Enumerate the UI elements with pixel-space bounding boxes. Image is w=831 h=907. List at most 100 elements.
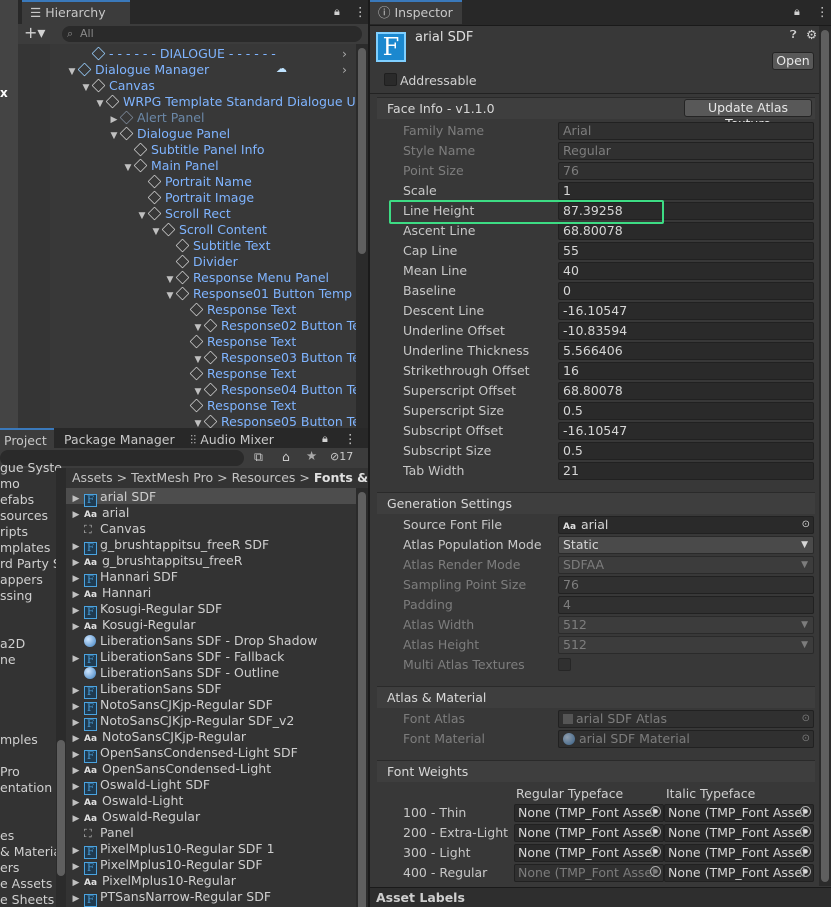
face-info-field[interactable]: 68.80078: [558, 222, 814, 240]
project-folder-item[interactable]: efabs: [0, 492, 34, 508]
atlas-material-header[interactable]: Atlas & Material: [377, 686, 815, 708]
project-folder-item[interactable]: Pro: [0, 764, 20, 780]
face-info-field[interactable]: -10.83594: [558, 322, 814, 340]
project-folder-item[interactable]: es: [0, 828, 14, 844]
hierarchy-item[interactable]: ▼ Response02 Button Temp: [192, 318, 381, 334]
project-file-item[interactable]: ▶ Aa PixelMplus10-Regular: [68, 873, 236, 889]
hierarchy-item[interactable]: Response Text: [178, 398, 296, 414]
project-folder-item[interactable]: ers: [0, 860, 19, 876]
chevron-right-icon[interactable]: ›: [342, 46, 347, 61]
project-file-item[interactable]: ▶ F PixelMplus10-Regular SDF: [68, 857, 263, 875]
settings-gear-icon[interactable]: ⚙: [806, 27, 817, 42]
project-folder-item[interactable]: ripts: [0, 524, 28, 540]
project-folder-item[interactable]: a2D: [0, 636, 25, 652]
italic-typeface-field[interactable]: None (TMP_Font Asset ●: [664, 844, 814, 862]
inspector-scrollbar[interactable]: [819, 26, 831, 886]
object-picker-icon[interactable]: ●: [800, 866, 811, 877]
project-file-item[interactable]: ▶ Aa Hannari: [68, 585, 152, 601]
foldout-expanded-icon[interactable]: ▼: [122, 160, 134, 176]
face-info-field[interactable]: -16.10547: [558, 422, 814, 440]
more-menu-icon[interactable]: ⋮: [344, 431, 357, 446]
hierarchy-item[interactable]: Subtitle Text: [164, 238, 270, 254]
foldout-expanded-icon[interactable]: ▼: [108, 128, 120, 144]
project-folder-item[interactable]: e Assets: [0, 876, 52, 892]
project-file-item[interactable]: ▶ F PixelMplus10-Regular SDF 1: [68, 841, 275, 859]
add-icon[interactable]: +▾: [24, 24, 45, 42]
hierarchy-search-input[interactable]: ⌕ All: [62, 26, 362, 42]
tab-hierarchy[interactable]: ☰ Hierarchy: [22, 0, 130, 24]
italic-typeface-field[interactable]: None (TMP_Font Asset ●: [664, 864, 814, 882]
inspector-scroll-thumb[interactable]: [821, 30, 829, 882]
foldout-expanded-icon[interactable]: ▼: [66, 64, 78, 80]
foldout-expanded-icon[interactable]: ▼: [136, 208, 148, 224]
hierarchy-item[interactable]: ▼ Scroll Content: [150, 222, 267, 238]
project-files-scroll-thumb[interactable]: [358, 492, 366, 907]
face-info-field[interactable]: 5.566406: [558, 342, 814, 360]
foldout-expanded-icon[interactable]: ▼: [94, 96, 106, 112]
hierarchy-item[interactable]: Divider: [164, 254, 238, 270]
project-file-item[interactable]: LiberationSans SDF - Outline: [68, 665, 279, 681]
favorites-star-icon[interactable]: ★: [306, 448, 317, 463]
foldout-expanded-icon[interactable]: ▼: [150, 224, 162, 240]
hierarchy-item[interactable]: ▼ Response04 Button Temp: [192, 382, 381, 398]
help-icon[interactable]: ❓︎: [790, 28, 797, 42]
hierarchy-scroll-thumb[interactable]: [358, 48, 366, 254]
more-menu-icon[interactable]: ⋮: [354, 4, 367, 19]
filter-by-label-icon[interactable]: ⌂: [282, 449, 290, 464]
face-info-field[interactable]: 0: [558, 282, 814, 300]
hierarchy-item[interactable]: Portrait Name: [136, 174, 252, 190]
open-button[interactable]: Open: [772, 52, 814, 70]
project-file-item[interactable]: ▶ F Hannari SDF: [68, 569, 178, 587]
project-folder-item[interactable]: gue Syste: [0, 460, 62, 476]
project-folder-item[interactable]: ne: [0, 652, 16, 668]
face-info-field[interactable]: 40: [558, 262, 814, 280]
lock-icon[interactable]: 🔒︎: [334, 5, 340, 19]
italic-typeface-field[interactable]: None (TMP_Font Asset ●: [664, 804, 814, 822]
hierarchy-item[interactable]: ▼ Response Menu Panel: [164, 270, 330, 286]
hierarchy-item[interactable]: ▼ Canvas: [80, 78, 155, 94]
italic-typeface-field[interactable]: None (TMP_Font Asset ●: [664, 824, 814, 842]
face-info-field[interactable]: 68.80078: [558, 382, 814, 400]
project-file-item[interactable]: ▶ Aa OpenSansCondensed-Light: [68, 761, 272, 777]
project-files-scrollbar[interactable]: [356, 488, 368, 907]
project-file-item[interactable]: ▶ Aa Oswald-Regular: [68, 809, 201, 825]
regular-typeface-field[interactable]: None (TMP_Font Asset ●: [514, 844, 664, 862]
lock-icon[interactable]: 🔒︎: [322, 432, 328, 446]
hierarchy-item[interactable]: ▼ Main Panel: [122, 158, 219, 174]
more-menu-icon[interactable]: ⋮: [816, 4, 829, 19]
hierarchy-item[interactable]: Subtitle Panel Info: [122, 142, 265, 158]
generation-settings-header[interactable]: Generation Settings: [377, 492, 815, 514]
face-info-field[interactable]: 1: [558, 182, 814, 200]
project-file-item[interactable]: ▶ F LiberationSans SDF: [68, 681, 222, 699]
addressable-checkbox[interactable]: [384, 73, 397, 86]
hierarchy-item[interactable]: Response Text: [178, 366, 296, 382]
project-file-item[interactable]: ▶ Aa Kosugi-Regular: [68, 617, 196, 633]
face-info-field[interactable]: 0.5: [558, 442, 814, 460]
object-picker-icon[interactable]: ●: [650, 826, 661, 837]
project-file-item[interactable]: ▶ Aa arial: [68, 505, 130, 521]
project-sidebar-scroll-thumb[interactable]: [57, 740, 65, 876]
hierarchy-scrollbar[interactable]: [356, 44, 368, 428]
project-file-item[interactable]: ▶ Aa NotoSansCJKjp-Regular: [68, 729, 247, 745]
face-info-field[interactable]: 16: [558, 362, 814, 380]
object-picker-icon[interactable]: ●: [800, 806, 811, 817]
face-info-field[interactable]: 55: [558, 242, 814, 260]
hierarchy-item[interactable]: ▼ Response03 Button Temp: [192, 350, 381, 366]
hierarchy-item[interactable]: ▼ Dialogue Manager: [66, 62, 210, 80]
project-file-item[interactable]: ▶ F Kosugi-Regular SDF: [68, 601, 222, 619]
project-file-item[interactable]: ▶ F OpenSansCondensed-Light SDF: [68, 745, 298, 763]
hierarchy-item[interactable]: ▼ Response01 Button Temp: [164, 286, 353, 302]
foldout-expanded-icon[interactable]: ▼: [80, 80, 92, 96]
project-sidebar-scrollbar[interactable]: [56, 468, 66, 907]
project-file-item[interactable]: ▶ F LiberationSans SDF - Fallback: [68, 649, 284, 667]
object-picker-icon[interactable]: ●: [650, 866, 661, 877]
hierarchy-item[interactable]: - - - - - - DIALOGUE - - - - - -: [80, 46, 276, 62]
project-file-item[interactable]: ▶ F PTSansNarrow-Regular SDF: [68, 889, 271, 907]
face-info-field[interactable]: 21: [558, 462, 814, 480]
project-folder-item[interactable]: mo: [0, 476, 20, 492]
font-weights-header[interactable]: Font Weights: [377, 760, 815, 782]
regular-typeface-field[interactable]: None (TMP_Font Asset ●: [514, 804, 664, 822]
breadcrumb-resources[interactable]: Resources: [232, 470, 296, 485]
regular-typeface-field[interactable]: None (TMP_Font Asset ●: [514, 824, 664, 842]
hierarchy-item[interactable]: Portrait Image: [136, 190, 254, 206]
